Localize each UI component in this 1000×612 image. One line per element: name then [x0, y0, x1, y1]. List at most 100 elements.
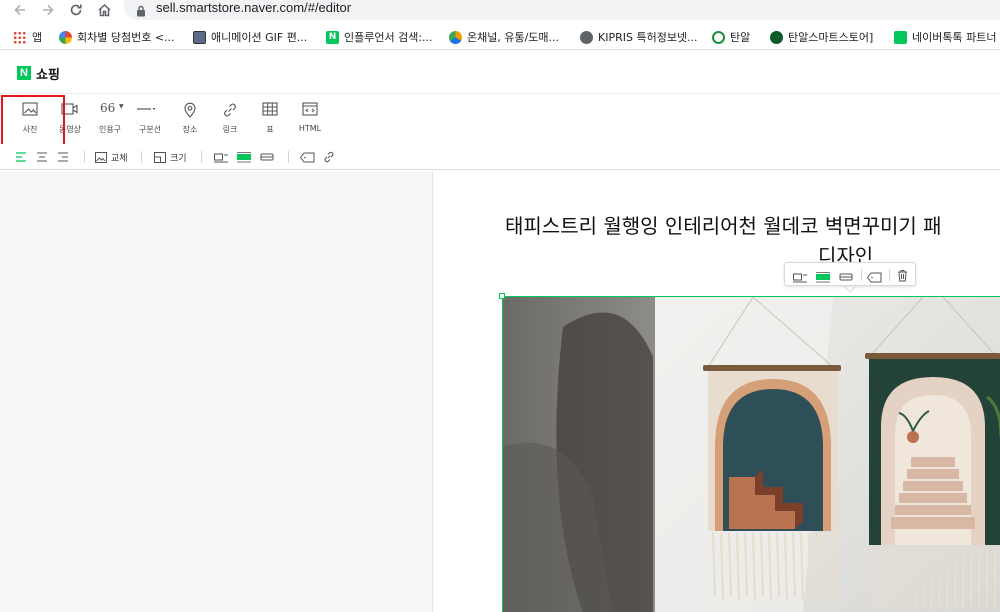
insert-divider-button[interactable]: 구분선: [130, 94, 170, 144]
float-layout-wide-button[interactable]: [839, 268, 853, 287]
tool-label: 표: [266, 125, 274, 134]
bookmarks-bar: 앱 회차별 당첨번호 <... 애니메이션 GIF 편... N 인플루언서 검…: [0, 22, 1000, 50]
resize-handle[interactable]: [499, 293, 505, 299]
tool-label: 인용구: [98, 125, 122, 134]
separator: [84, 151, 85, 163]
bookmark-label: 탄알: [730, 31, 751, 44]
resize-button[interactable]: 크기: [154, 150, 187, 164]
pinwheel-icon: [59, 30, 72, 44]
bookmark-label: KIPRIS 특허정보넷...: [598, 31, 698, 44]
align-right-icon: [58, 152, 68, 162]
url-text[interactable]: sell.smartstore.naver.com/#/editor: [156, 0, 351, 16]
html-icon: [302, 102, 318, 116]
layout-full-button[interactable]: [237, 150, 251, 164]
trash-icon: [898, 270, 907, 282]
delete-image-button[interactable]: [897, 267, 908, 286]
bookmark-lotto[interactable]: 회차별 당첨번호 <...: [59, 29, 175, 45]
layout-wide-button[interactable]: [260, 150, 274, 164]
document-title[interactable]: 태피스트리 월행잉 인테리어천 월데코 벽면꾸미기 패: [505, 212, 1000, 240]
insert-html-button[interactable]: HTML: [290, 94, 330, 144]
image-link-button[interactable]: [323, 150, 335, 164]
align-left-button[interactable]: [15, 150, 27, 164]
layout-wide-icon: [839, 273, 853, 281]
layout-inline-icon: [214, 153, 228, 162]
bookmark-label: 애니메이션 GIF 편...: [211, 31, 308, 44]
resize-icon: [154, 151, 166, 163]
home-icon[interactable]: [94, 0, 114, 20]
link-icon: [224, 103, 236, 117]
app-title[interactable]: 쇼핑: [36, 64, 60, 83]
float-layout-left-button[interactable]: [793, 268, 807, 287]
bookmark-tanal-store[interactable]: 탄알스마트스토어]: [770, 29, 873, 45]
naver-logo-icon[interactable]: N: [17, 66, 31, 80]
browser-address-row: sell.smartstore.naver.com/#/editor: [0, 0, 1000, 22]
shield-bookmark-icon: [712, 30, 725, 44]
bookmark-label: 온채널, 유통/도매...: [467, 31, 560, 44]
layout-inline-icon: [793, 273, 807, 283]
talktalk-icon: [894, 30, 907, 44]
tapestry-photo: [503, 297, 1000, 612]
bookmark-tanal[interactable]: 탄알: [712, 29, 750, 45]
tool-label: HTML: [298, 124, 322, 133]
insert-link-button[interactable]: 링크: [210, 94, 250, 144]
divider-icon: [137, 108, 156, 110]
onchannel-icon: [449, 30, 462, 44]
insert-table-button[interactable]: 표: [250, 94, 290, 144]
reload-icon[interactable]: [66, 0, 86, 20]
document-title-continued[interactable]: 디자인: [818, 242, 873, 262]
separator: [861, 269, 862, 281]
image-icon: [95, 151, 107, 163]
layout-full-icon: [816, 272, 830, 283]
app-header: N 쇼핑: [0, 50, 1000, 94]
align-center-button[interactable]: [36, 150, 48, 164]
tag-icon: [300, 152, 315, 162]
insert-quote-button[interactable]: 66 ▼ 인용구: [90, 94, 130, 144]
bookmark-gif[interactable]: 애니메이션 GIF 편...: [193, 29, 307, 45]
align-left-icon: [16, 152, 26, 162]
tool-label: 링크: [222, 125, 238, 134]
bookmark-label: 회차별 당첨번호 <...: [77, 31, 175, 44]
image-floating-toolbar: [784, 262, 916, 286]
product-image[interactable]: [502, 296, 1000, 612]
editor-left-panel: [0, 171, 433, 612]
separator: [201, 151, 202, 163]
replace-label: 교체: [111, 153, 128, 164]
size-label: 크기: [170, 153, 187, 164]
apps-grid-icon: [13, 30, 26, 44]
bookmark-onchannel[interactable]: 온채널, 유통/도매...: [449, 29, 559, 45]
replace-image-button[interactable]: 교체: [95, 150, 128, 164]
link-icon: [324, 151, 334, 163]
bookmark-influencer[interactable]: N 인플루언서 검색:...: [326, 29, 433, 45]
chevron-down-icon: ▼: [119, 103, 124, 110]
insert-place-button[interactable]: 장소: [170, 94, 210, 144]
globe-icon: [580, 30, 593, 44]
align-center-icon: [37, 152, 47, 162]
bookmark-label: 앱: [32, 31, 43, 44]
lock-icon[interactable]: [136, 2, 146, 21]
float-layout-full-button[interactable]: [816, 268, 830, 287]
tag-icon: [866, 272, 882, 283]
smartstore-icon: [770, 30, 783, 44]
separator: [141, 151, 142, 163]
naver-n-icon: N: [326, 30, 339, 44]
align-right-button[interactable]: [57, 150, 69, 164]
bookmark-label: 네이버톡톡 파트너: [912, 31, 997, 44]
tool-label: 구분선: [138, 125, 162, 134]
layout-wide-icon: [260, 153, 274, 160]
place-pin-icon: [184, 102, 196, 118]
quote-icon: 66: [100, 101, 116, 115]
layout-full-icon: [237, 151, 251, 162]
gif-editor-icon: [193, 30, 206, 44]
separator: [889, 269, 890, 281]
image-format-toolbar: 교체 크기: [0, 144, 1000, 170]
layout-left-button[interactable]: [214, 150, 228, 164]
bookmark-kipris[interactable]: KIPRIS 특허정보넷...: [580, 29, 698, 45]
image-tag-button[interactable]: [300, 150, 315, 164]
bookmark-label: 탄알스마트스토어]: [788, 31, 874, 44]
forward-arrow-icon[interactable]: [38, 0, 58, 20]
table-icon: [262, 102, 278, 116]
back-arrow-icon[interactable]: [10, 0, 30, 20]
float-tag-button[interactable]: [866, 268, 882, 287]
bookmark-talktalk[interactable]: 네이버톡톡 파트너: [894, 29, 996, 45]
bookmark-apps[interactable]: 앱: [13, 29, 42, 45]
